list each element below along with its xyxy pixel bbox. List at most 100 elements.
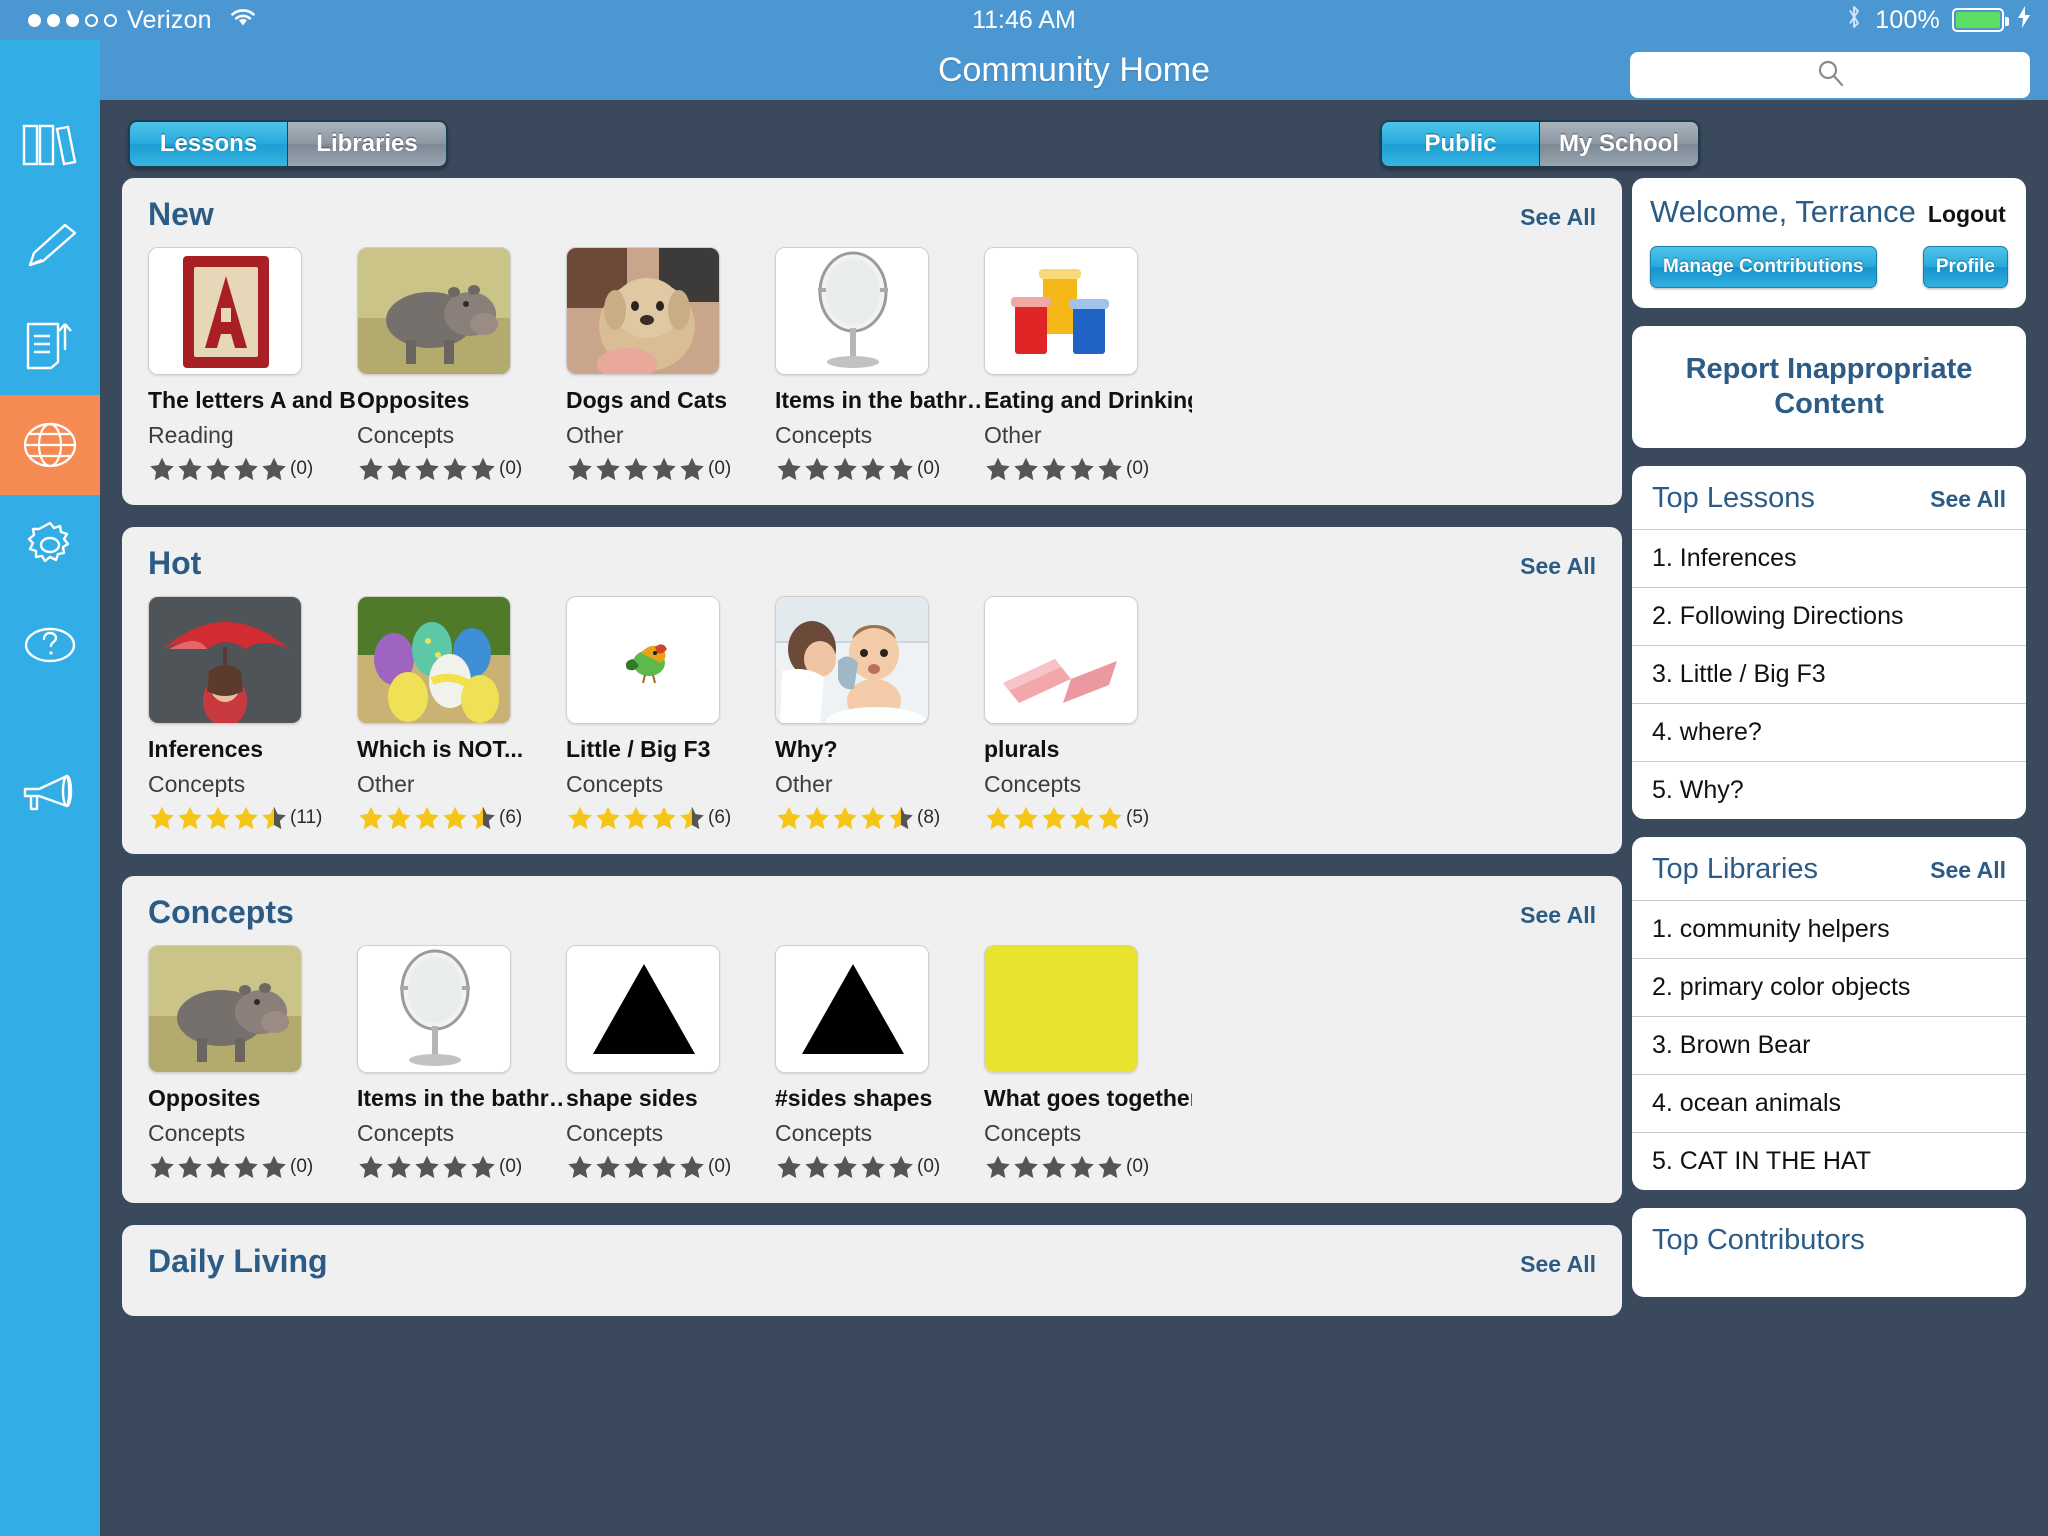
- lesson-card[interactable]: Opposites Concepts (0): [148, 945, 356, 1181]
- lesson-thumbnail[interactable]: [775, 247, 929, 375]
- lesson-thumbnail[interactable]: [775, 596, 929, 724]
- rating-stars: [775, 455, 915, 483]
- lesson-card[interactable]: Why? Other (8): [775, 596, 983, 832]
- star-icon: [566, 804, 594, 832]
- tab-public[interactable]: Public: [1382, 122, 1540, 166]
- rating-stars: [984, 1153, 1124, 1181]
- list-item[interactable]: 3. Brown Bear: [1632, 1015, 2026, 1074]
- lesson-card[interactable]: #sides shapes Concepts (0): [775, 945, 983, 1181]
- star-icon: [357, 804, 385, 832]
- lesson-category: Reading: [148, 422, 234, 448]
- lesson-thumbnail[interactable]: [148, 596, 302, 724]
- battery-icon: [1952, 8, 2009, 32]
- section-see-all[interactable]: See All: [1520, 204, 1596, 231]
- lesson-card[interactable]: Dogs and Cats Other (0): [566, 247, 774, 483]
- lesson-card[interactable]: Inferences Concepts (11): [148, 596, 356, 832]
- star-icon: [1040, 804, 1068, 832]
- sidebar-item-library-books[interactable]: [0, 95, 100, 195]
- lesson-thumbnail[interactable]: [566, 945, 720, 1073]
- manage-contributions-button[interactable]: Manage Contributions: [1650, 246, 1877, 288]
- sidebar-item-community[interactable]: [0, 395, 100, 495]
- lesson-rating: (0): [357, 1153, 565, 1181]
- scope-segmented-control[interactable]: Public My School: [1380, 120, 1700, 168]
- star-icon: [260, 1153, 288, 1181]
- lesson-thumbnail[interactable]: [148, 247, 302, 375]
- lesson-card[interactable]: Items in the bathr… Concepts (0): [775, 247, 983, 483]
- list-item[interactable]: 3. Little / Big F3: [1632, 644, 2026, 703]
- star-icon: [204, 455, 232, 483]
- star-icon: [148, 455, 176, 483]
- lesson-card[interactable]: Eating and Drinking Other (0): [984, 247, 1192, 483]
- lesson-card[interactable]: plurals Concepts (5): [984, 596, 1192, 832]
- tab-libraries[interactable]: Libraries: [288, 122, 446, 166]
- lesson-thumbnail[interactable]: [984, 596, 1138, 724]
- star-icon: [1040, 455, 1068, 483]
- lesson-thumbnail[interactable]: [566, 596, 720, 724]
- lesson-thumbnail[interactable]: [357, 247, 511, 375]
- list-item[interactable]: 1. community helpers: [1632, 899, 2026, 958]
- sidebar-item-create[interactable]: [0, 195, 100, 295]
- sections-column: New See All The letters A and B Reading: [100, 178, 1622, 1536]
- profile-button[interactable]: Profile: [1922, 246, 2008, 288]
- lesson-thumbnail[interactable]: [775, 945, 929, 1073]
- lesson-card[interactable]: Opposites Concepts (0): [357, 247, 565, 483]
- left-nav-rail[interactable]: [0, 0, 100, 1536]
- section-see-all[interactable]: See All: [1520, 1251, 1596, 1278]
- star-icon: [678, 455, 706, 483]
- lesson-category: Other: [775, 771, 833, 797]
- list-item[interactable]: 1. Inferences: [1632, 528, 2026, 587]
- search-field-wrapper[interactable]: [1630, 52, 2030, 98]
- top-libraries-see-all[interactable]: See All: [1930, 857, 2006, 884]
- list-item[interactable]: 2. Following Directions: [1632, 586, 2026, 645]
- lesson-rating: (6): [357, 804, 565, 832]
- sidebar-item-announcements[interactable]: [0, 745, 100, 845]
- star-icon: [176, 804, 204, 832]
- lesson-thumbnail[interactable]: [984, 247, 1138, 375]
- gear-icon: [23, 519, 77, 571]
- logout-link[interactable]: Logout: [1928, 201, 2006, 228]
- sidebar-item-help[interactable]: [0, 595, 100, 695]
- card-row: Opposites Concepts (0) Items in the bath…: [148, 945, 1596, 1181]
- sidebar-item-settings[interactable]: [0, 495, 100, 595]
- section-see-all[interactable]: See All: [1520, 553, 1596, 580]
- lesson-card[interactable]: shape sides Concepts (0): [566, 945, 774, 1181]
- lesson-thumbnail[interactable]: [566, 247, 720, 375]
- lesson-title: Opposites: [148, 1085, 261, 1111]
- rating-count: (0): [499, 1156, 523, 1177]
- tab-lessons[interactable]: Lessons: [130, 122, 288, 166]
- star-icon: [232, 804, 260, 832]
- list-item[interactable]: 4. ocean animals: [1632, 1073, 2026, 1132]
- list-item[interactable]: 5. Why?: [1632, 760, 2026, 819]
- section-see-all[interactable]: See All: [1520, 902, 1596, 929]
- question-icon: [22, 624, 78, 666]
- top-contributors-title: Top Contributors: [1652, 1223, 1865, 1256]
- top-lessons-see-all[interactable]: See All: [1930, 486, 2006, 513]
- lesson-card[interactable]: Items in the bathr… Concepts (0): [357, 945, 565, 1181]
- list-item[interactable]: 4. where?: [1632, 702, 2026, 761]
- search-input[interactable]: [1630, 52, 2030, 98]
- lesson-card[interactable]: What goes together Concepts (0): [984, 945, 1192, 1181]
- sidebar-item-lessons[interactable]: [0, 295, 100, 395]
- lesson-card[interactable]: Which is NOT... Other (6): [357, 596, 565, 832]
- report-inappropriate-content-button[interactable]: Report Inappropriate Content: [1632, 326, 2026, 448]
- rating-count: (8): [917, 807, 941, 828]
- lesson-thumbnail[interactable]: [357, 945, 511, 1073]
- lesson-thumbnail[interactable]: [148, 945, 302, 1073]
- star-icon: [1040, 1153, 1068, 1181]
- star-icon: [566, 455, 594, 483]
- lesson-category: Concepts: [775, 422, 873, 448]
- star-icon: [594, 804, 622, 832]
- list-item[interactable]: 2. primary color objects: [1632, 957, 2026, 1016]
- rating-stars: [566, 804, 706, 832]
- rating-count: (0): [290, 458, 314, 479]
- lesson-category: Other: [357, 771, 415, 797]
- star-icon: [594, 455, 622, 483]
- lesson-card[interactable]: Little / Big F3 Concepts (6): [566, 596, 774, 832]
- star-icon: [357, 1153, 385, 1181]
- content-type-segmented-control[interactable]: Lessons Libraries: [128, 120, 448, 168]
- lesson-thumbnail[interactable]: [984, 945, 1138, 1073]
- lesson-card[interactable]: The letters A and B Reading (0): [148, 247, 356, 483]
- tab-my-school[interactable]: My School: [1540, 122, 1698, 166]
- lesson-thumbnail[interactable]: [357, 596, 511, 724]
- list-item[interactable]: 5. CAT IN THE HAT: [1632, 1131, 2026, 1190]
